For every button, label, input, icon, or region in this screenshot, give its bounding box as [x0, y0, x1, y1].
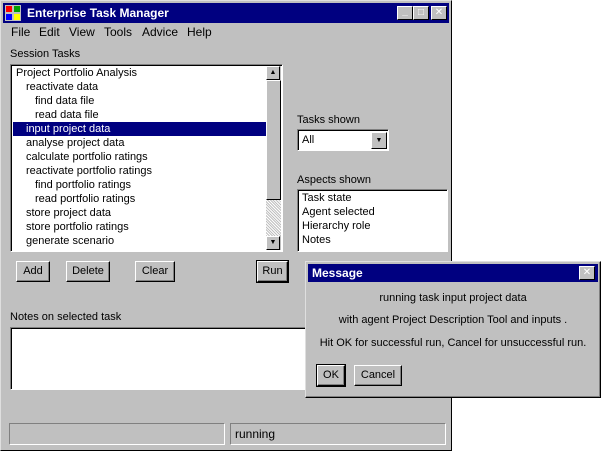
list-item[interactable]: Agent selected [300, 205, 445, 219]
run-button[interactable]: Run [256, 260, 289, 283]
close-icon: ✕ [582, 267, 592, 278]
scroll-track[interactable] [266, 200, 281, 236]
list-item[interactable]: Notes [300, 233, 445, 247]
tasks-shown-value: All [302, 134, 315, 146]
list-item[interactable]: calculate portfolio ratings [13, 150, 280, 164]
clear-button[interactable]: Clear [135, 261, 175, 282]
message-line-1: running task input project data [379, 292, 527, 304]
session-tasks-list[interactable]: Project Portfolio Analysis reactivate da… [10, 64, 283, 252]
dropdown-button[interactable]: ▼ [371, 132, 387, 149]
menu-advice[interactable]: Advice [142, 25, 178, 39]
status-right: running [230, 423, 446, 445]
list-item[interactable]: generate scenario [13, 234, 280, 248]
app-icon[interactable] [5, 5, 21, 21]
session-tasks-scrollbar[interactable]: ▲ ▼ [266, 66, 281, 250]
list-item[interactable]: reactivate portfolio ratings [13, 164, 280, 178]
cancel-button[interactable]: Cancel [354, 365, 402, 386]
scroll-down-button[interactable]: ▼ [266, 236, 280, 250]
scroll-up-button[interactable]: ▲ [266, 66, 280, 80]
notes-label: Notes on selected task [10, 311, 122, 323]
list-item[interactable]: analyse project data [13, 136, 280, 150]
delete-button[interactable]: Delete [66, 261, 110, 282]
menu-tools[interactable]: Tools [104, 25, 132, 39]
list-item[interactable]: find portfolio ratings [13, 178, 280, 192]
menu-file[interactable]: File [11, 25, 30, 39]
message-line-2: with agent Project Description Tool and … [338, 314, 568, 326]
list-item[interactable]: find data file [13, 94, 280, 108]
tasks-shown-label: Tasks shown [297, 114, 360, 126]
minimize-icon: _ [402, 6, 408, 17]
chevron-down-icon: ▼ [375, 137, 383, 144]
session-tasks-label: Session Tasks [10, 48, 81, 60]
list-item[interactable]: Hierarchy role [300, 219, 445, 233]
list-item[interactable]: read portfolio ratings [13, 192, 280, 206]
message-line-3: Hit OK for successful run, Cancel for un… [319, 337, 587, 349]
message-dialog: Message ✕ running task input project dat… [305, 261, 601, 398]
list-item[interactable]: reactivate data [13, 80, 280, 94]
close-icon: ✕ [434, 7, 444, 18]
list-item-selected[interactable]: input project data [13, 122, 266, 136]
list-item[interactable]: Task state [300, 191, 445, 205]
list-item[interactable]: store project data [13, 206, 280, 220]
title-bar[interactable]: Enterprise Task Manager _ □ ✕ [3, 3, 449, 23]
status-left [9, 423, 225, 445]
ok-button[interactable]: OK [316, 364, 346, 387]
maximize-icon: □ [417, 7, 425, 18]
aspects-shown-label: Aspects shown [297, 174, 371, 186]
minimize-button[interactable]: _ [397, 6, 413, 20]
close-button[interactable]: ✕ [431, 6, 447, 20]
dialog-title: Message [312, 266, 363, 280]
menu-view[interactable]: View [69, 25, 95, 39]
list-item[interactable]: read data file [13, 108, 280, 122]
scroll-thumb[interactable] [266, 80, 281, 200]
dialog-title-bar[interactable]: Message ✕ [308, 264, 598, 282]
menu-edit[interactable]: Edit [39, 25, 60, 39]
aspects-shown-list[interactable]: Task state Agent selected Hierarchy role… [297, 189, 448, 252]
list-item[interactable]: Project Portfolio Analysis [13, 66, 280, 80]
tasks-shown-select[interactable]: All ▼ [297, 129, 389, 151]
maximize-button[interactable]: □ [413, 6, 429, 20]
menu-help[interactable]: Help [187, 25, 212, 39]
dialog-close-button[interactable]: ✕ [579, 266, 595, 280]
add-button[interactable]: Add [16, 261, 50, 282]
window-title: Enterprise Task Manager [27, 6, 169, 20]
list-item[interactable]: store portfolio ratings [13, 220, 280, 234]
